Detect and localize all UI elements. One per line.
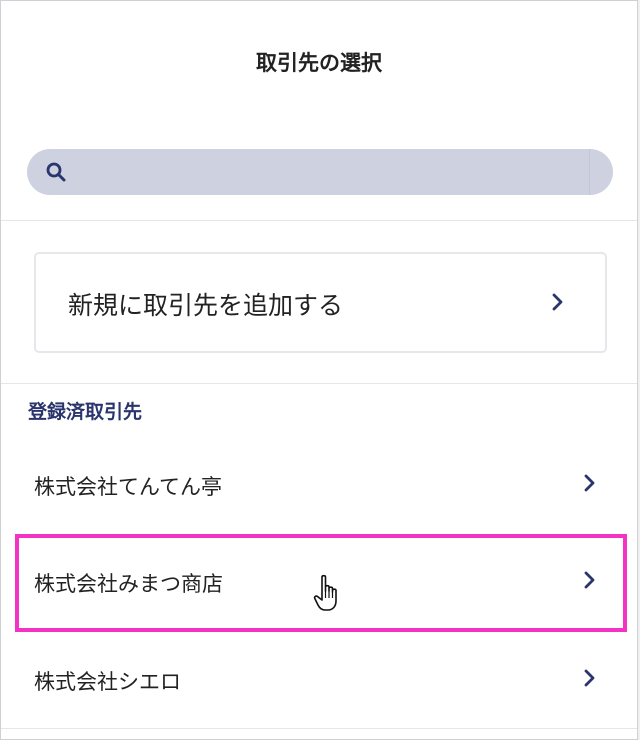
divider [1, 728, 637, 729]
chevron-right-icon [552, 293, 563, 311]
vendor-name: 株式会社てんてん亭 [34, 475, 222, 499]
chevron-right-icon [584, 474, 595, 492]
registered-vendors-heading: 登録済取引先 [28, 401, 143, 423]
search-icon[interactable] [45, 161, 67, 183]
divider [1, 383, 637, 384]
dialog-title: 取引先の選択 [256, 51, 382, 75]
search-divider [589, 149, 590, 195]
vendor-name: 株式会社シエロ [34, 670, 181, 694]
add-new-vendor-button[interactable]: 新規に取引先を追加する [34, 252, 607, 353]
hand-pointer-icon [313, 574, 337, 611]
vendor-row[interactable]: 株式会社シエロ [1, 648, 637, 708]
chevron-right-icon [584, 669, 595, 687]
add-new-vendor-label: 新規に取引先を追加する [68, 291, 344, 320]
vendor-row[interactable]: 株式会社てんてん亭 [1, 453, 637, 513]
vendor-select-dialog: 取引先の選択 新規に取引先を追加する 登録済取引先 株式会社てんてん亭 株式会社… [0, 0, 638, 740]
search-input[interactable] [27, 149, 613, 195]
divider [1, 220, 637, 221]
